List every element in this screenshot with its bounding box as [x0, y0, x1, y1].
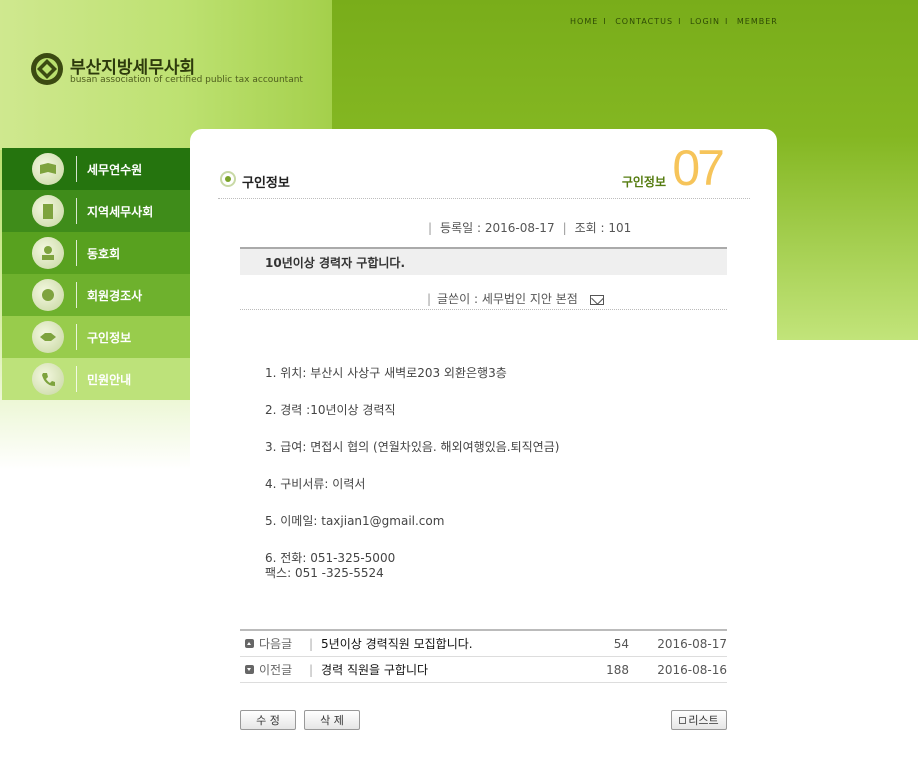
sidebar-item-events[interactable]: 회원경조사	[2, 274, 190, 316]
separator: |	[562, 221, 567, 235]
nav-separator: I	[678, 17, 682, 26]
divider	[76, 198, 77, 224]
list-button-label: 리스트	[688, 714, 719, 727]
divider	[76, 240, 77, 266]
nav-separator: I	[724, 17, 729, 26]
post-nav-title[interactable]: 경력 직원을 구합니다	[321, 661, 589, 678]
prev-post-row[interactable]: 이전글 | 경력 직원을 구합니다 188 2016-08-16	[240, 657, 727, 683]
phone-icon	[32, 363, 64, 395]
post-date: 등록일 : 2016-08-17	[440, 221, 555, 235]
sidebar-item-label: 민원안내	[87, 372, 132, 387]
separator: |	[427, 292, 432, 306]
arrow-down-icon	[245, 665, 254, 674]
post-nav-count: 188	[606, 662, 629, 677]
body-line: 팩스: 051 -325-5524	[265, 566, 384, 580]
flower-icon	[32, 279, 64, 311]
divider	[76, 282, 77, 308]
logo-emblem-icon	[31, 53, 63, 85]
post-writer: 글쓴이 : 세무법인 지안 본점	[437, 292, 578, 306]
post-nav-title[interactable]: 5년이상 경력직원 모집합니다.	[321, 635, 589, 652]
body-line: 1. 위치: 부산시 사상구 새벽로203 외환은행3층	[265, 366, 507, 380]
body-line: 5. 이메일: taxjian1@gmail.com	[265, 514, 445, 528]
list-icon	[679, 716, 687, 724]
post-meta: | 등록일 : 2016-08-17 | 조회 : 101	[420, 219, 631, 236]
divider	[76, 366, 77, 392]
post-nav-count: 54	[613, 636, 629, 651]
edit-button[interactable]: 수 정	[240, 710, 296, 730]
post-writer-row: | 글쓴이 : 세무법인 지안 본점	[240, 290, 727, 310]
building-icon	[32, 195, 64, 227]
sidebar-item-label: 구인정보	[87, 330, 132, 345]
body-line: 4. 구비서류: 이력서	[265, 477, 366, 491]
post-navigation: 다음글 | 5년이상 경력직원 모집합니다. 54 2016-08-17 이전글…	[240, 629, 727, 683]
section-number: 07	[672, 140, 725, 196]
page-title: 구인정보	[242, 176, 290, 191]
sidebar-item-civil[interactable]: 민원안내	[2, 358, 190, 400]
body-line: 2. 경력 :10년이상 경력직	[265, 403, 396, 417]
logo-subtitle: busan association of certified public ta…	[70, 75, 303, 85]
nav-login[interactable]: LOGIN	[690, 17, 720, 26]
top-nav: HOME I CONTACTUS I LOGIN I MEMBER	[570, 17, 783, 26]
people-icon	[32, 237, 64, 269]
body-line: 3. 급여: 면접시 협의 (연월차있음. 해외여행있음.퇴직연금)	[265, 440, 560, 454]
divider	[76, 156, 77, 182]
delete-button[interactable]: 삭 제	[304, 710, 360, 730]
next-post-row[interactable]: 다음글 | 5년이상 경력직원 모집합니다. 54 2016-08-17	[240, 631, 727, 657]
sidebar-item-label: 세무연수원	[87, 162, 143, 177]
post-nav-date: 2016-08-17	[657, 636, 727, 651]
book-icon	[32, 153, 64, 185]
sidebar-item-tax-academy[interactable]: 세무연수원	[2, 148, 190, 190]
separator: |	[428, 221, 433, 235]
site-logo[interactable]: 부산지방세무사회 busan association of certified …	[30, 52, 330, 92]
nav-home[interactable]: HOME	[570, 17, 598, 26]
nav-member[interactable]: MEMBER	[737, 17, 778, 26]
body-line: 6. 전화: 051-325-5000	[265, 551, 396, 565]
mail-icon[interactable]	[589, 294, 604, 305]
arrow-up-icon	[245, 639, 254, 648]
sidebar-item-label: 동호회	[87, 246, 121, 261]
section-label: 구인정보	[621, 175, 666, 189]
sidebar-item-label: 지역세무사회	[87, 204, 154, 219]
post-views: 조회 : 101	[574, 221, 632, 235]
divider	[76, 324, 77, 350]
post-nav-date: 2016-08-16	[657, 662, 727, 677]
nav-separator: I	[603, 17, 607, 26]
page-header: 구인정보 구인정보 07	[218, 140, 750, 199]
handshake-icon	[32, 321, 64, 353]
sidebar-item-label: 회원경조사	[87, 288, 143, 303]
sidebar-item-regional[interactable]: 지역세무사회	[2, 190, 190, 232]
post-nav-kind: 이전글	[259, 663, 293, 677]
sidebar-item-club[interactable]: 동호회	[2, 232, 190, 274]
post-body: 1. 위치: 부산시 사상구 새벽로203 외환은행3층 2. 경력 :10년이…	[265, 366, 559, 581]
nav-contactus[interactable]: CONTACTUS	[615, 17, 673, 26]
list-button[interactable]: 리스트	[671, 710, 727, 730]
post-nav-kind: 다음글	[259, 637, 293, 651]
sidebar-item-jobs[interactable]: 구인정보	[2, 316, 190, 358]
bullet-icon	[220, 171, 236, 187]
separator: |	[309, 636, 314, 651]
separator: |	[309, 662, 314, 677]
post-subject: 10년이상 경력자 구합니다.	[240, 247, 727, 275]
sidebar-menu: 세무연수원 지역세무사회 동호회 회원경조사 구인정보 민원안내	[2, 148, 190, 400]
